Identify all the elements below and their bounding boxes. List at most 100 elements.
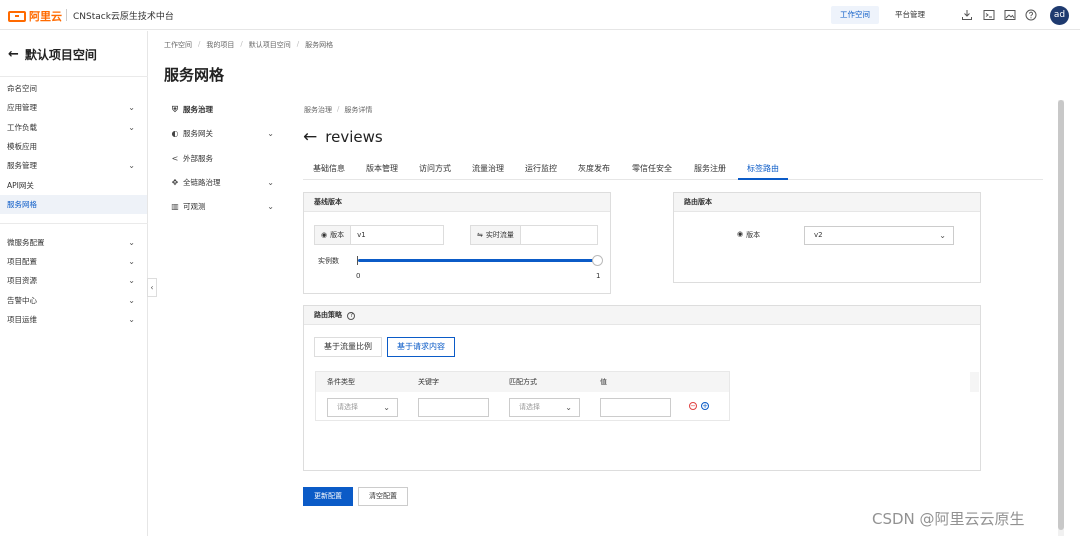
help-icon[interactable]: ? xyxy=(347,312,356,320)
sidebar-item-label: 告警中心 xyxy=(7,296,37,305)
chevron-down-icon: ⌄ xyxy=(267,202,274,211)
chevron-down-icon: ⌄ xyxy=(128,103,135,112)
mode-traffic-ratio[interactable]: 基于流量比例 xyxy=(314,337,382,357)
sidebar-item-api-gateway[interactable]: API网关 xyxy=(0,176,147,195)
breadcrumb-separator: / xyxy=(240,40,243,48)
back-to-project[interactable]: ← 默认项目空间 xyxy=(8,46,97,63)
sidebar-item-project-ops[interactable]: 项目运维 ⌄ xyxy=(0,310,147,329)
subnav-service-governance[interactable]: ⛨ 服务治理 xyxy=(170,101,280,119)
subnav-observability[interactable]: ▥ 可观测 ⌄ xyxy=(170,198,280,216)
tab-basic-info[interactable]: 基础信息 xyxy=(313,163,345,180)
tab-access-methods[interactable]: 访问方式 xyxy=(419,163,451,180)
help-icon[interactable] xyxy=(1025,9,1037,21)
tab-workspace[interactable]: 工作空间 xyxy=(831,6,879,24)
sidebar-item-namespace[interactable]: 命名空间 xyxy=(0,79,147,98)
sidebar-item-alert-center[interactable]: 告警中心 ⌄ xyxy=(0,291,147,310)
arrow-left-icon[interactable]: ← xyxy=(303,127,317,147)
sidebar-item-label: 工作负载 xyxy=(7,123,37,132)
sidebar-item-label: 应用管理 xyxy=(7,103,37,112)
sidebar-item-app-management[interactable]: 应用管理 ⌄ xyxy=(0,98,147,117)
page-title: 服务网格 xyxy=(164,66,225,84)
sidebar-item-service-mesh[interactable]: 服务网格 xyxy=(0,195,147,214)
value-input[interactable] xyxy=(600,398,671,417)
select-placeholder: 请选择 xyxy=(337,403,358,411)
divider xyxy=(0,223,148,224)
chevron-down-icon: ⌄ xyxy=(939,231,946,240)
link-icon: ✥ xyxy=(171,178,179,187)
sidebar-item-label: 项目配置 xyxy=(7,257,37,266)
scrollbar-thumb[interactable] xyxy=(1058,100,1064,530)
chevron-down-icon: ⌄ xyxy=(383,403,390,412)
subnav-external-services[interactable]: < 外部服务 xyxy=(170,150,280,168)
image-icon[interactable] xyxy=(1004,9,1016,21)
tab-platform-admin[interactable]: 平台管理 xyxy=(886,6,934,24)
version-value: v1 xyxy=(357,231,366,239)
add-row-icon[interactable]: + xyxy=(701,402,709,410)
breadcrumb-item[interactable]: 服务治理 xyxy=(304,105,332,115)
subnav-full-link-governance[interactable]: ✥ 全链路治理 ⌄ xyxy=(170,174,280,192)
divider xyxy=(0,76,148,77)
aliyun-logo[interactable]: 阿里云 xyxy=(8,8,62,24)
top-bar: 阿里云 CNStack云原生技术中台 工作空间 平台管理 ad xyxy=(0,0,1080,30)
sidebar-item-service-management[interactable]: 服务管理 ⌄ xyxy=(0,156,147,175)
chevron-down-icon: ⌄ xyxy=(128,123,135,132)
watermark: CSDN @阿里云云原生 xyxy=(872,510,1025,528)
tab-zero-trust[interactable]: 零信任安全 xyxy=(632,163,672,180)
shield-icon: ⛨ xyxy=(172,105,178,114)
terminal-icon[interactable] xyxy=(983,9,995,21)
sidebar-item-microservice-config[interactable]: 微服务配置 ⌄ xyxy=(0,233,147,252)
chevron-down-icon: ⌄ xyxy=(128,257,135,266)
breadcrumb-separator: / xyxy=(337,105,340,113)
route-version-label: ◉ 版本 xyxy=(737,230,760,240)
field-label: ◉ 版本 xyxy=(315,226,352,244)
slider-min-tick xyxy=(357,256,358,265)
sidebar-item-label: 命名空间 xyxy=(7,84,37,93)
download-icon[interactable] xyxy=(961,9,973,21)
condition-type-select[interactable]: 请选择 ⌄ xyxy=(327,398,398,417)
panel-title-text: 路由策略 xyxy=(314,311,342,319)
chevron-down-icon: ⌄ xyxy=(267,178,274,187)
collapse-sidebar-button[interactable]: ‹ xyxy=(147,278,157,297)
label-text: 版本 xyxy=(330,231,345,239)
avatar[interactable]: ad xyxy=(1050,6,1069,25)
remove-row-icon[interactable]: − xyxy=(689,402,697,410)
product-name: CNStack云原生技术中台 xyxy=(73,12,174,22)
tag-icon: ◉ xyxy=(321,231,328,239)
subnav-label: 服务网关 xyxy=(183,129,213,138)
update-config-button[interactable]: 更新配置 xyxy=(303,487,353,506)
instances-slider-track[interactable] xyxy=(358,259,598,262)
breadcrumb-separator: / xyxy=(198,40,201,48)
clear-config-button[interactable]: 清空配置 xyxy=(358,487,408,506)
breadcrumb-item[interactable]: 默认项目空间 xyxy=(249,40,291,50)
sidebar-item-label: 服务管理 xyxy=(7,161,37,170)
breadcrumb: 工作空间 / 我的项目 / 默认项目空间 / 服务网格 xyxy=(164,40,333,50)
aliyun-logo-icon xyxy=(8,10,26,22)
slider-max-label: 1 xyxy=(596,272,601,280)
share-icon: < xyxy=(171,154,179,163)
sidebar-item-workloads[interactable]: 工作负载 ⌄ xyxy=(0,118,147,137)
content-breadcrumb: 服务治理 / 服务详情 xyxy=(304,105,372,115)
panel-title: 路由版本 xyxy=(674,193,980,212)
breadcrumb-separator: / xyxy=(296,40,300,48)
mode-request-content[interactable]: 基于请求内容 xyxy=(387,337,455,357)
chevron-down-icon: ⌄ xyxy=(565,403,572,412)
tab-label-routing[interactable]: 标签路由 xyxy=(738,163,788,180)
instances-slider-handle[interactable] xyxy=(592,255,603,266)
service-tabs: 基础信息 版本管理 访问方式 流量治理 运行监控 灰度发布 零信任安全 服务注册… xyxy=(303,160,1043,180)
sidebar-item-project-resources[interactable]: 项目资源 ⌄ xyxy=(0,271,147,290)
tab-runtime-monitoring[interactable]: 运行监控 xyxy=(525,163,557,180)
match-type-select[interactable]: 请选择 ⌄ xyxy=(509,398,580,417)
tab-traffic-governance[interactable]: 流量治理 xyxy=(472,163,504,180)
keyword-input[interactable] xyxy=(418,398,489,417)
sidebar-item-project-config[interactable]: 项目配置 ⌄ xyxy=(0,252,147,271)
subnav-service-gateway[interactable]: ◐ 服务网关 ⌄ xyxy=(170,125,280,143)
breadcrumb-item[interactable]: 我的项目 xyxy=(206,40,234,50)
tab-service-registry[interactable]: 服务注册 xyxy=(694,163,726,180)
breadcrumb-item[interactable]: 工作空间 xyxy=(164,40,192,50)
chevron-down-icon: ⌄ xyxy=(128,238,135,247)
select-placeholder: 请选择 xyxy=(519,403,540,411)
tab-canary-release[interactable]: 灰度发布 xyxy=(578,163,610,180)
route-version-select[interactable]: v2 ⌄ xyxy=(804,226,954,245)
tab-version-management[interactable]: 版本管理 xyxy=(366,163,398,180)
sidebar-item-template-apps[interactable]: 模板应用 xyxy=(0,137,147,156)
